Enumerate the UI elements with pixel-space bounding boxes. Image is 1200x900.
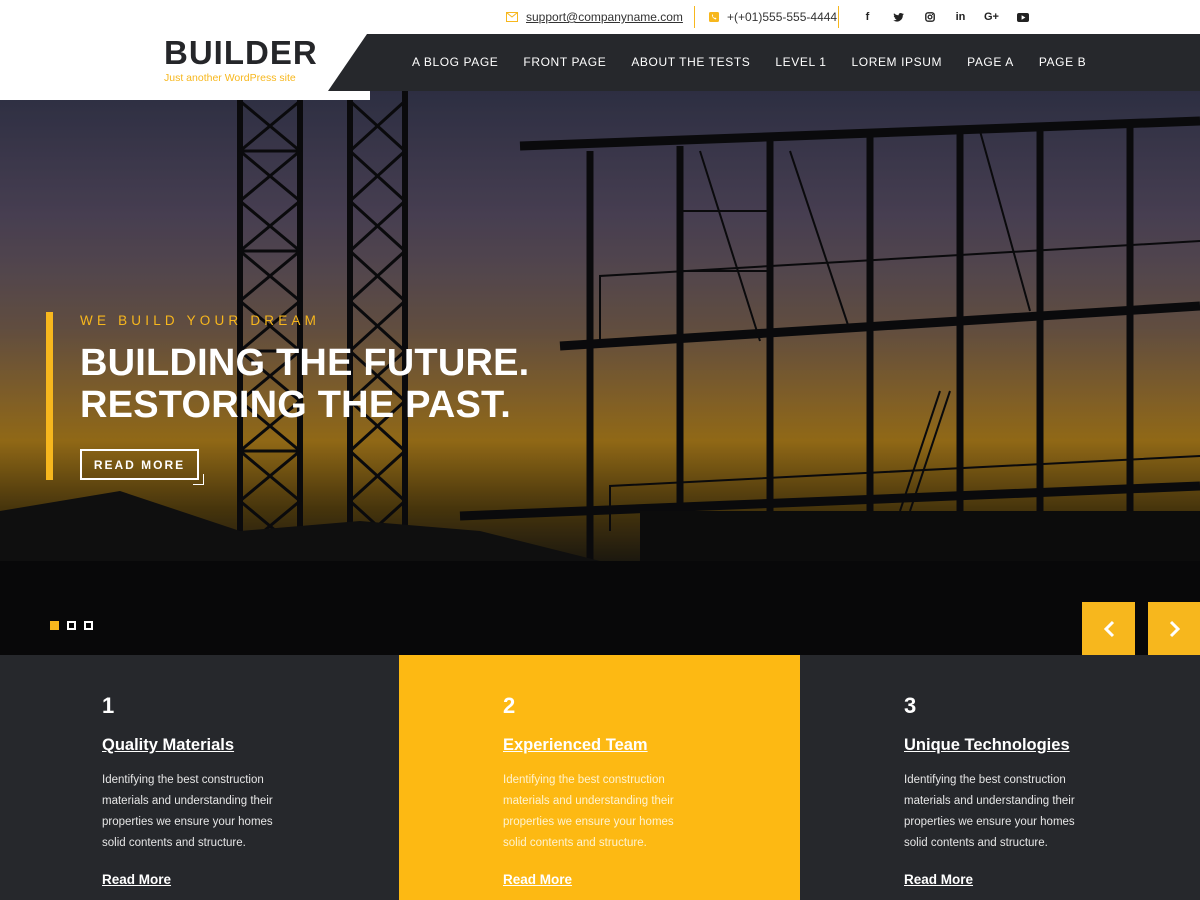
- phone-number: +(+01)555-555-4444: [727, 10, 838, 24]
- feature-card: 3 Unique Technologies Identifying the be…: [800, 655, 1200, 900]
- nav-item-a-blog-page[interactable]: A BLOG PAGE: [412, 55, 498, 69]
- divider: [694, 6, 695, 28]
- social-links: f in G+: [852, 9, 1038, 25]
- email-link[interactable]: support@companyname.com: [526, 10, 683, 24]
- envelope-icon: [506, 12, 518, 22]
- phone-contact[interactable]: +(+01)555-555-4444: [709, 9, 837, 25]
- facebook-icon[interactable]: f: [852, 9, 883, 25]
- site-tagline: Just another WordPress site: [164, 72, 296, 84]
- feature-number: 3: [904, 693, 917, 718]
- feature-description: Identifying the best construction materi…: [102, 774, 273, 849]
- hero-subtitle: WE BUILD YOUR DREAM: [80, 313, 321, 328]
- slider-prev-button[interactable]: [1082, 602, 1135, 655]
- site-title[interactable]: BUILDER: [164, 34, 318, 72]
- feature-title[interactable]: Experienced Team: [503, 736, 648, 755]
- hero-title: BUILDING THE FUTURE. RESTORING THE PAST.: [80, 342, 529, 426]
- feature-title[interactable]: Quality Materials: [102, 736, 234, 755]
- nav-item-level-1[interactable]: LEVEL 1: [775, 55, 826, 69]
- logo-background-extension: [0, 91, 370, 100]
- feature-read-more-link[interactable]: Read More: [503, 872, 572, 887]
- feature-card: 2 Experienced Team Identifying the best …: [399, 655, 800, 900]
- nav-item-page-b[interactable]: PAGE B: [1039, 55, 1086, 69]
- feature-card: 1 Quality Materials Identifying the best…: [0, 655, 399, 900]
- hero-title-line: RESTORING THE PAST.: [80, 384, 512, 426]
- feature-read-more-link[interactable]: Read More: [904, 872, 973, 887]
- hero-title-line: BUILDING THE FUTURE.: [80, 342, 530, 384]
- top-bar: support@companyname.com +(+01)555-555-44…: [0, 0, 1200, 34]
- hero-accent-bar: [46, 312, 53, 480]
- nav-item-about-the-tests[interactable]: ABOUT THE TESTS: [631, 55, 750, 69]
- nav-item-lorem-ipsum[interactable]: LOREM IPSUM: [851, 55, 942, 69]
- slider-dot[interactable]: [84, 621, 93, 630]
- hero-read-more-button[interactable]: READ MORE: [80, 449, 204, 485]
- slider-pagination: [50, 621, 93, 630]
- nav-item-front-page[interactable]: FRONT PAGE: [523, 55, 606, 69]
- twitter-icon[interactable]: [883, 9, 914, 25]
- instagram-icon[interactable]: [914, 9, 945, 25]
- slider-next-button[interactable]: [1148, 602, 1200, 655]
- nav-item-page-a[interactable]: PAGE A: [967, 55, 1014, 69]
- slider-dot[interactable]: [50, 621, 59, 630]
- features-section: 1 Quality Materials Identifying the best…: [0, 655, 1200, 900]
- feature-description: Identifying the best construction materi…: [904, 774, 1075, 849]
- feature-title[interactable]: Unique Technologies: [904, 736, 1070, 755]
- email-contact[interactable]: support@companyname.com: [506, 9, 683, 25]
- feature-read-more-link[interactable]: Read More: [102, 872, 171, 887]
- slider-dot[interactable]: [67, 621, 76, 630]
- linkedin-icon[interactable]: in: [945, 9, 976, 25]
- divider: [838, 6, 839, 28]
- feature-number: 1: [102, 693, 115, 718]
- main-navigation: A BLOG PAGE FRONT PAGE ABOUT THE TESTS LEVE…: [328, 34, 1200, 91]
- phone-icon: [709, 12, 719, 22]
- hero-slider: WE BUILD YOUR DREAM BUILDING THE FUTURE.…: [0, 91, 1200, 655]
- feature-description: Identifying the best construction materi…: [503, 774, 674, 849]
- chevron-right-icon: [1169, 620, 1180, 637]
- google-plus-icon[interactable]: G+: [976, 9, 1007, 25]
- feature-number: 2: [503, 693, 516, 718]
- youtube-icon[interactable]: [1007, 9, 1038, 25]
- chevron-left-icon: [1103, 620, 1114, 637]
